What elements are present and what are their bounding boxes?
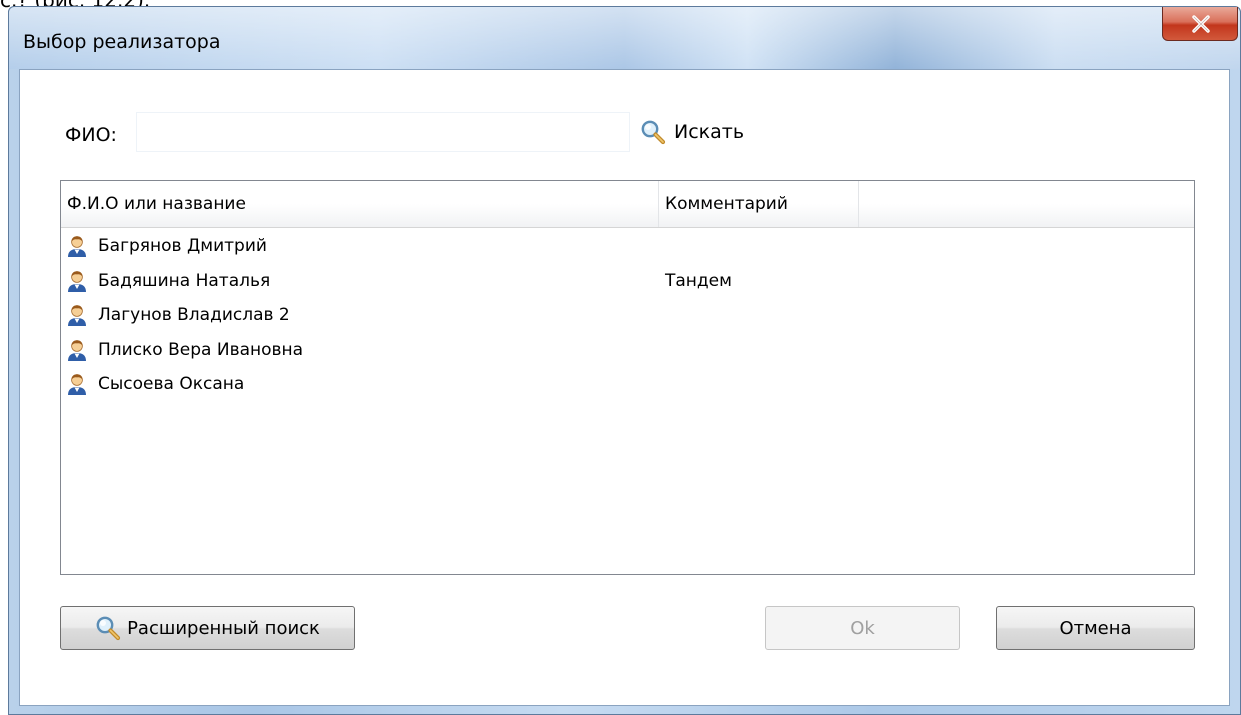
column-header-empty (859, 181, 1194, 227)
list-header: Ф.И.О или название Комментарий (61, 181, 1194, 228)
person-icon (68, 236, 86, 258)
close-button[interactable] (1162, 7, 1238, 41)
list-item[interactable]: Плиско Вера Ивановна (61, 333, 1194, 368)
advanced-search-label: Расширенный поиск (127, 617, 320, 639)
person-icon (68, 305, 86, 327)
ok-button[interactable]: Ok (765, 606, 960, 650)
dialog-window: Выбор реализатора ФИО: Искать Ф.И.О или … (8, 6, 1241, 715)
window-title: Выбор реализатора (23, 31, 221, 53)
close-icon (1192, 15, 1210, 33)
person-icon (68, 339, 86, 361)
column-header-comment[interactable]: Комментарий (659, 181, 859, 227)
search-button-label: Искать (674, 121, 745, 143)
list-item-comment: Тандем (665, 270, 732, 291)
list-rows: Багрянов Дмитрий Бадяшина Наталья Тандем… (61, 229, 1194, 402)
advanced-search-button[interactable]: Расширенный поиск (60, 606, 355, 650)
magnifier-icon (641, 120, 666, 145)
cancel-button[interactable]: Отмена (996, 606, 1195, 650)
list-item[interactable]: Багрянов Дмитрий (61, 229, 1194, 264)
list-item[interactable]: Лагунов Владислав 2 (61, 298, 1194, 333)
dialog-client-area: ФИО: Искать Ф.И.О или название Комментар… (19, 69, 1230, 706)
person-icon (68, 374, 86, 396)
person-icon (68, 270, 86, 292)
list-item-name: Плиско Вера Ивановна (98, 339, 304, 360)
list-item-name: Лагунов Владислав 2 (98, 305, 290, 326)
list-item-name: Бадяшина Наталья (98, 270, 271, 291)
column-header-name[interactable]: Ф.И.О или название (61, 181, 659, 227)
sellers-list[interactable]: Ф.И.О или название Комментарий Багрянов … (60, 180, 1195, 575)
search-button[interactable]: Искать (640, 114, 744, 150)
list-item[interactable]: Бадяшина Наталья Тандем (61, 264, 1194, 299)
fio-label: ФИО: (65, 124, 117, 146)
list-item-name: Багрянов Дмитрий (98, 236, 267, 257)
magnifier-icon (96, 616, 121, 641)
fio-search-input[interactable] (136, 112, 630, 152)
list-item-name: Сысоева Оксана (98, 374, 245, 395)
list-item[interactable]: Сысоева Оксана (61, 367, 1194, 402)
title-bar[interactable]: Выбор реализатора (9, 7, 1240, 69)
